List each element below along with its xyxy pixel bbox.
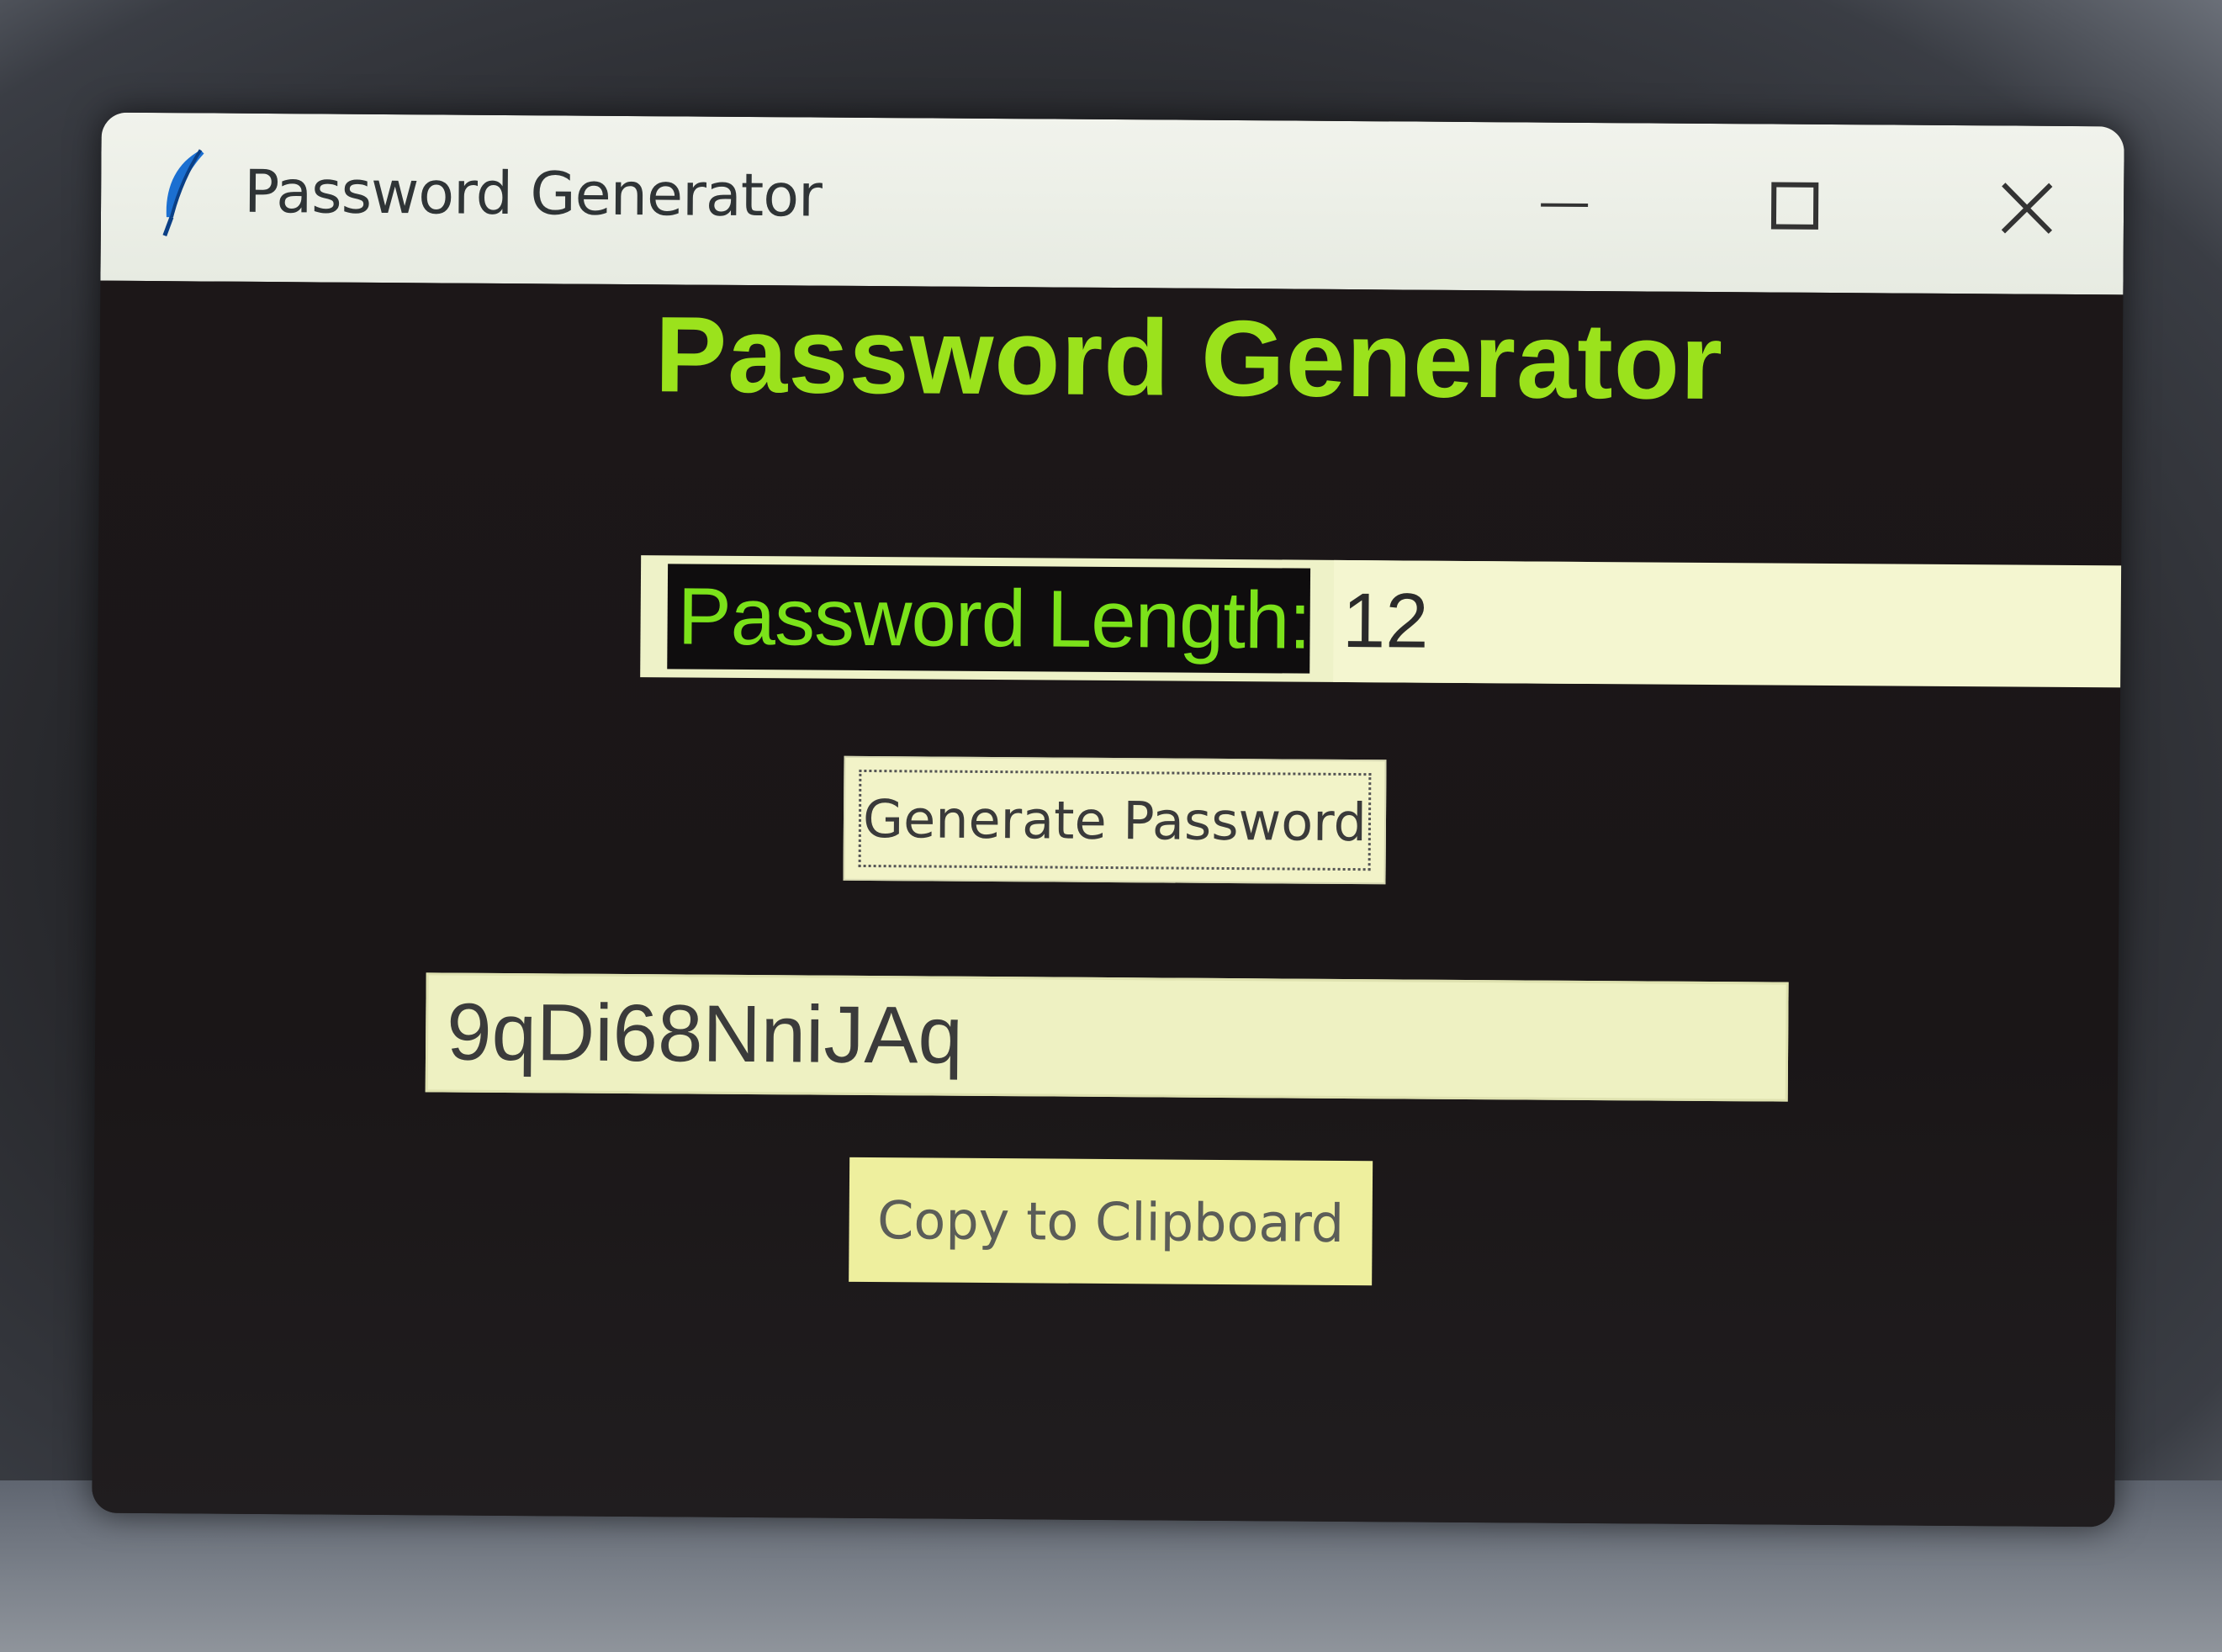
maximize-icon	[1770, 181, 1821, 236]
generate-password-button[interactable]: Generate Password	[843, 755, 1387, 885]
copy-to-clipboard-button[interactable]: Copy to Clipboard	[849, 1157, 1373, 1286]
window-title: Password Generator	[243, 156, 823, 230]
title-bar[interactable]: Password Generator	[100, 112, 2124, 295]
client-area	[92, 280, 2124, 1528]
feather-icon	[158, 146, 209, 239]
minimize-button[interactable]	[1501, 147, 1628, 266]
length-label-box: Password Length:	[667, 564, 1311, 674]
length-label: Password Length:	[677, 570, 1311, 666]
app-window: Password Generator Password Generator Pa…	[92, 112, 2124, 1528]
password-output-text: 9qDi68NniJAq	[446, 987, 964, 1081]
length-input[interactable]	[1333, 559, 2124, 690]
page-title: Password Generator	[654, 294, 1724, 423]
close-button[interactable]	[1964, 151, 2091, 269]
copy-to-clipboard-label: Copy to Clipboard	[876, 1189, 1345, 1254]
minimize-icon	[1539, 179, 1590, 234]
length-row: Password Length:	[640, 555, 2124, 690]
password-output-field[interactable]: 9qDi68NniJAq	[425, 972, 1789, 1102]
focus-ring	[858, 769, 1372, 871]
maximize-button[interactable]	[1733, 149, 1860, 267]
close-icon	[2000, 181, 2054, 239]
